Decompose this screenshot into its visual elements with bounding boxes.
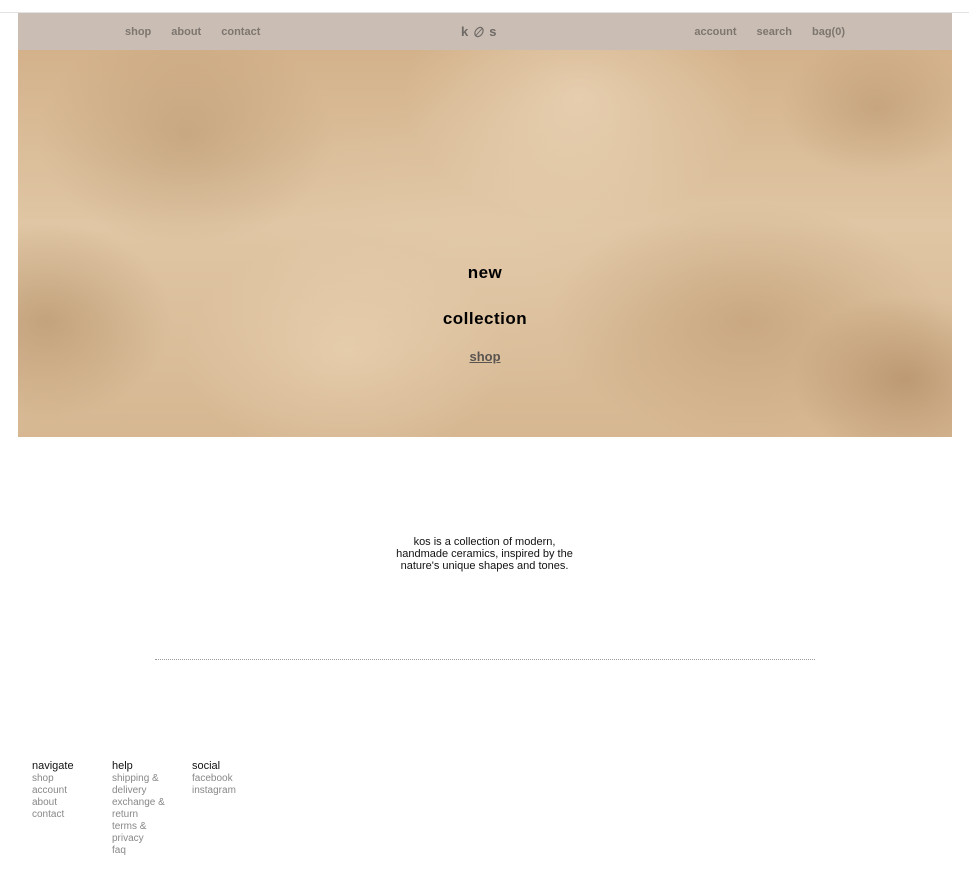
footer-navigate-column: navigate shop account about contact — [32, 760, 112, 857]
hero-banner: new collection shop — [18, 50, 952, 437]
footer-help-heading: help — [112, 760, 133, 772]
section-divider — [155, 659, 815, 660]
footer-terms-link[interactable]: terms & — [112, 821, 172, 833]
account-nav: account search bag(0) — [674, 13, 845, 50]
site-footer: navigate shop account about contact help… — [32, 760, 272, 857]
footer-social-column: social facebook instagram — [192, 760, 272, 857]
footer-shipping-link[interactable]: shipping & — [112, 773, 172, 785]
nav-search-link[interactable]: search — [757, 26, 792, 38]
footer-account-link[interactable]: account — [32, 785, 92, 797]
logo-letter-s: s — [489, 24, 498, 39]
nav-about-link[interactable]: about — [171, 26, 201, 38]
nav-contact-link[interactable]: contact — [221, 26, 260, 38]
leaf-icon — [474, 26, 484, 37]
page: shop about contact k s account search ba… — [18, 13, 952, 437]
footer-help-column: help shipping & delivery exchange & retu… — [112, 760, 192, 857]
about-text: kos is a collection of modern, handmade … — [396, 536, 573, 572]
footer-delivery-link[interactable]: delivery — [112, 785, 172, 797]
footer-social-heading: social — [192, 760, 221, 772]
primary-nav: shop about contact — [125, 13, 280, 50]
hero-title: new collection — [18, 238, 952, 353]
nav-bag-link[interactable]: bag(0) — [812, 26, 845, 38]
footer-shop-link[interactable]: shop — [32, 773, 92, 785]
footer-privacy-link[interactable]: privacy — [112, 833, 172, 845]
footer-about-link[interactable]: about — [32, 797, 92, 809]
nav-shop-link[interactable]: shop — [125, 26, 151, 38]
logo-letter-k: k — [461, 24, 470, 39]
footer-navigate-heading: navigate — [32, 760, 74, 772]
footer-faq-link[interactable]: faq — [112, 845, 172, 857]
hero-title-line-2: collection — [442, 309, 528, 328]
hero-title-line-1: new — [467, 263, 503, 282]
hero-shop-link[interactable]: shop — [469, 349, 500, 364]
site-logo[interactable]: k s — [461, 13, 497, 50]
footer-exchange-link[interactable]: exchange & — [112, 797, 172, 809]
about-section: kos is a collection of modern, handmade … — [0, 536, 969, 572]
footer-contact-link[interactable]: contact — [32, 809, 92, 821]
nav-account-link[interactable]: account — [694, 26, 736, 38]
footer-instagram-link[interactable]: instagram — [192, 785, 252, 797]
footer-facebook-link[interactable]: facebook — [192, 773, 252, 785]
footer-return-link[interactable]: return — [112, 809, 172, 821]
site-header: shop about contact k s account search ba… — [18, 13, 952, 50]
hero-cta-wrapper: shop — [18, 348, 952, 366]
